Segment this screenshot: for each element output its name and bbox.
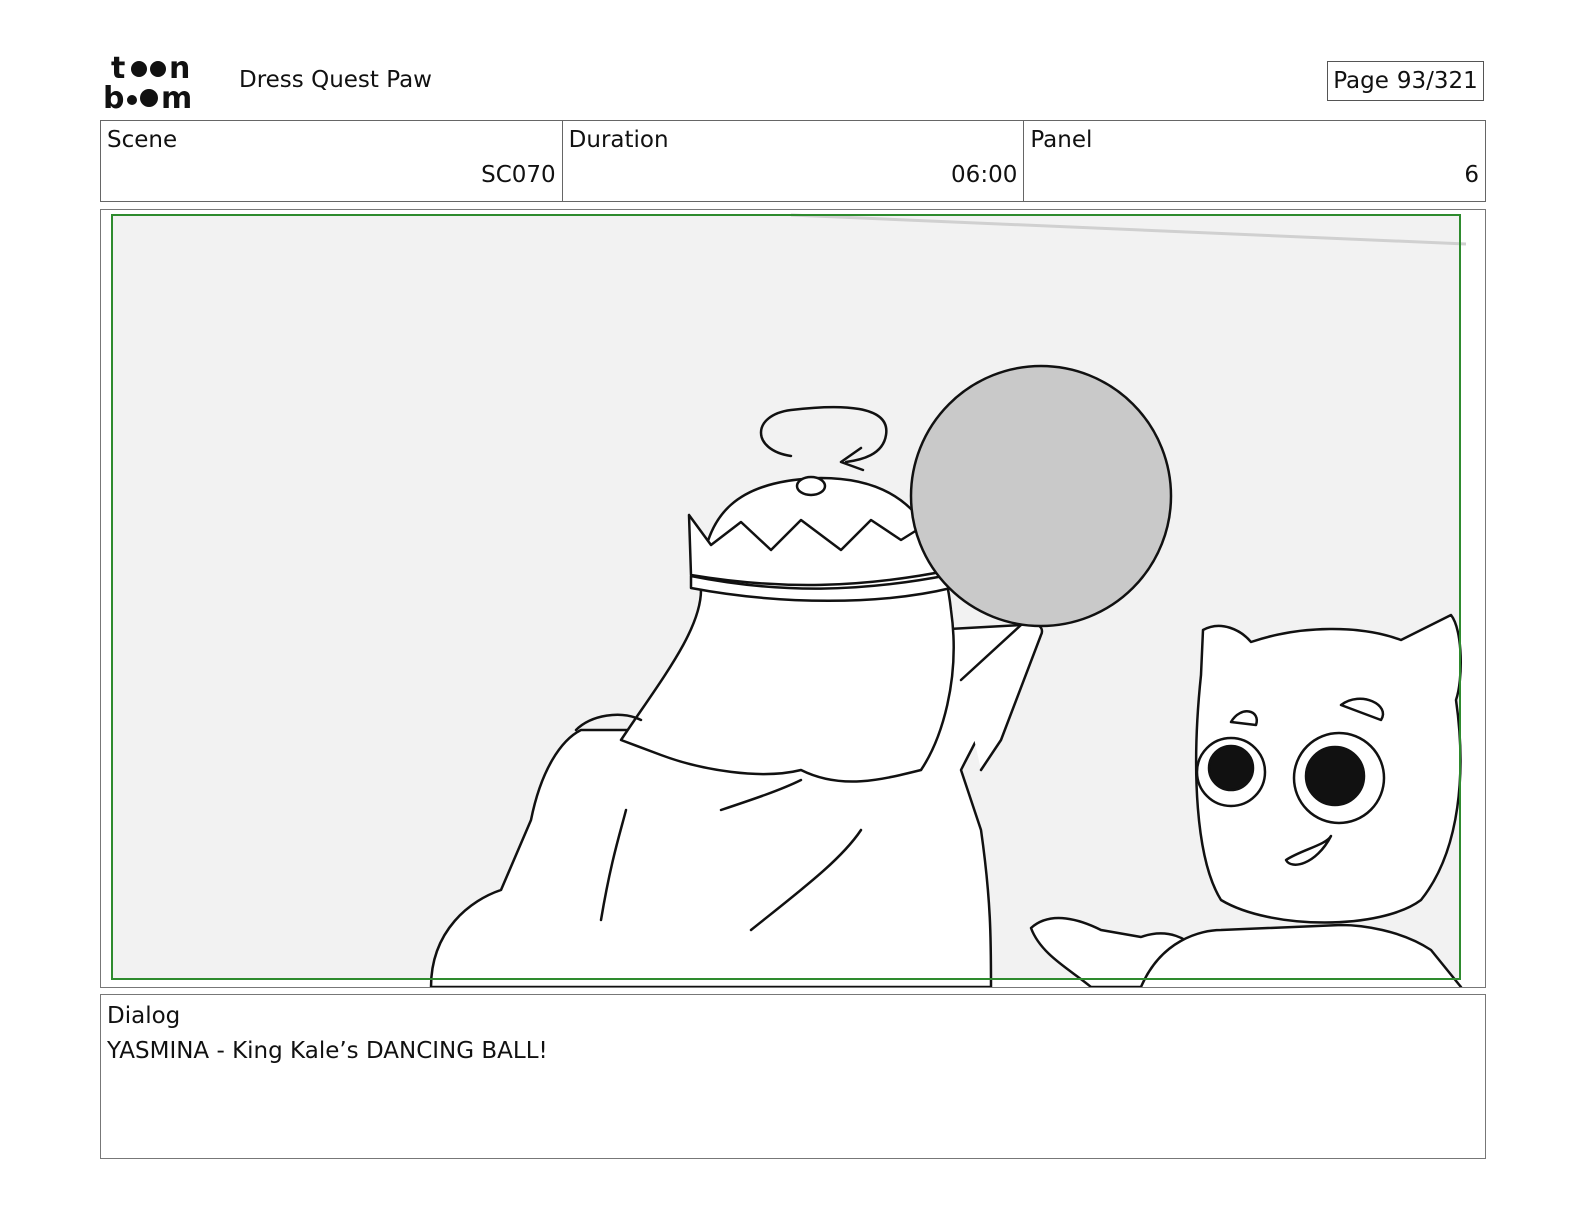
duration-label: Duration [568,127,669,153]
scene-label: Scene [107,127,178,153]
dancing-ball [909,364,1173,628]
page-indicator: Page 93/321 [1327,61,1484,101]
page-number: 93/321 [1396,68,1478,94]
svg-text:m: m [161,81,192,112]
dialog-text: YASMINA - King Kale’s DANCING BALL! [107,1038,548,1064]
dialog-label: Dialog [107,1003,181,1029]
panel-label: Panel [1030,127,1093,153]
duration-value: 06:00 [951,162,1018,188]
svg-text:b: b [103,81,124,112]
panel-drawing [111,213,1467,987]
panel-value: 6 [1464,162,1480,188]
panel-info-row: Scene SC070 Duration 06:00 Panel 6 [100,120,1486,202]
panel-cell: Panel 6 [1024,121,1485,201]
toon-boom-logo: t n b m [103,51,192,112]
page-label: Page [1333,68,1389,94]
scene-value: SC070 [481,162,556,188]
scene-cell: Scene SC070 [101,121,563,201]
dialog-box: Dialog YASMINA - King Kale’s DANCING BAL… [100,994,1486,1159]
duration-cell: Duration 06:00 [563,121,1025,201]
storyboard-panel [100,209,1486,988]
project-title: Dress Quest Paw [239,67,432,93]
